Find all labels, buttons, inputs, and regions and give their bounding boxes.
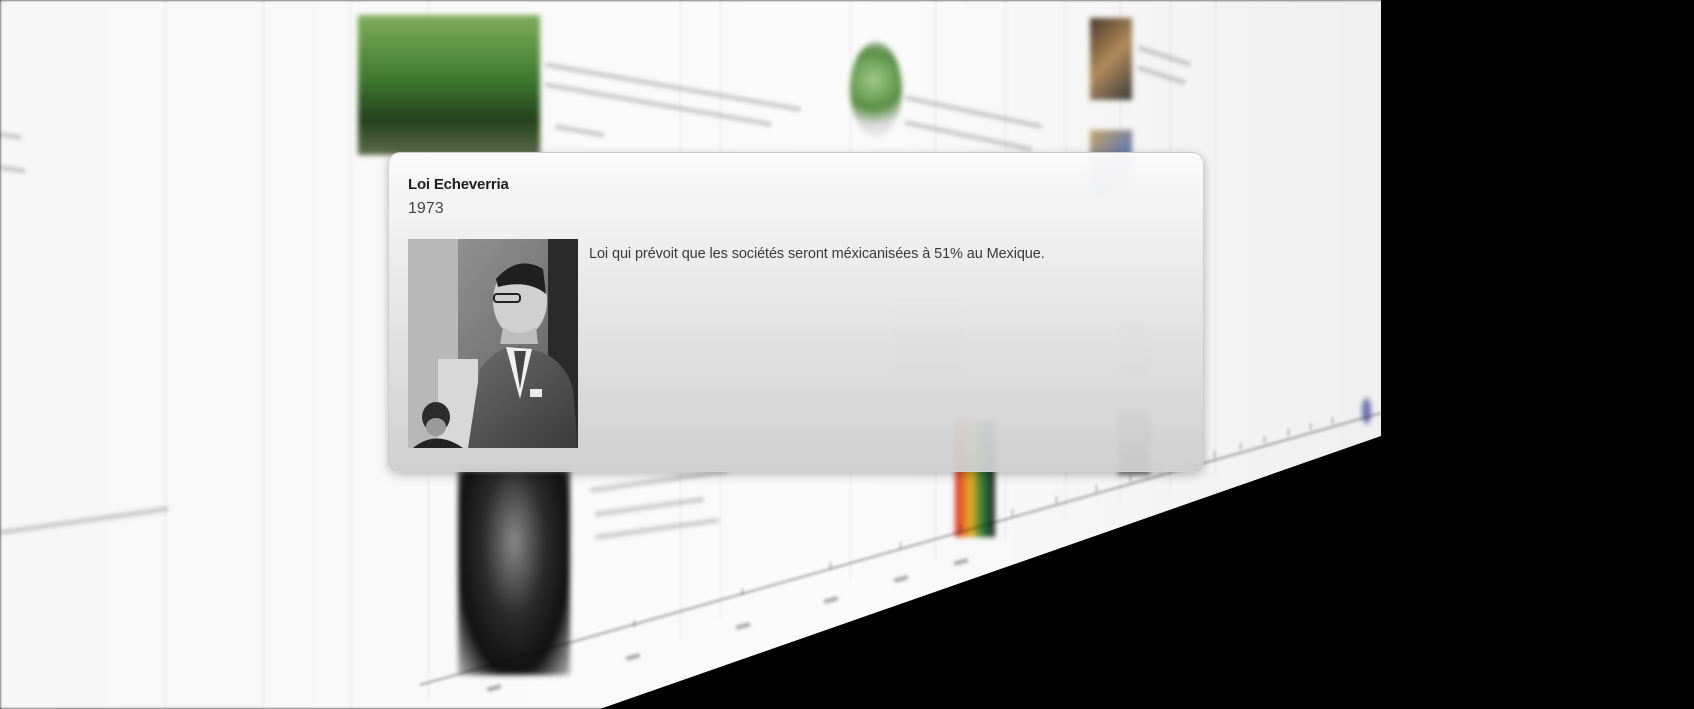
timeline-tick	[1310, 423, 1311, 430]
timeline-tick	[1130, 475, 1131, 482]
timeline-tick	[1264, 436, 1265, 443]
blurred-text	[904, 120, 1033, 152]
timeline-tick	[634, 620, 635, 627]
blurred-text	[594, 517, 720, 540]
event-description: Loi qui prévoit que les sociétés seront …	[589, 246, 1045, 262]
timeline-tick	[1332, 417, 1333, 424]
blurred-text	[544, 82, 772, 127]
timeline-tick	[900, 542, 901, 549]
portrait-illustration	[408, 239, 578, 448]
black-and-white-portrait-photo	[408, 239, 578, 448]
event-title: Loi Echeverria	[408, 176, 509, 193]
timeline-tick	[492, 662, 493, 669]
blurred-text	[0, 132, 23, 141]
timeline-gridline	[1215, 0, 1216, 475]
timeline-tick	[960, 524, 961, 531]
blurred-text	[589, 468, 729, 493]
timeline-gridline	[350, 0, 351, 709]
tick-label	[735, 622, 751, 630]
timeline-gridline	[263, 0, 264, 709]
timeline-tick	[742, 588, 743, 595]
timeline-tick	[1288, 429, 1289, 436]
tick-label	[625, 653, 641, 661]
timeline-tick	[1214, 451, 1215, 458]
blurred-text	[554, 124, 605, 138]
portrait-photo	[458, 470, 570, 675]
timeline-tick	[830, 562, 831, 569]
blurred-text	[1137, 65, 1187, 86]
tick-label	[953, 558, 969, 566]
timeline-tick	[1240, 443, 1241, 450]
event-detail-popup[interactable]: Loi Echeverria 1973 Loi qui prévoit que …	[388, 152, 1204, 472]
crowd-photo	[1090, 18, 1132, 100]
tick-label	[823, 596, 839, 604]
forest-photo	[358, 15, 540, 155]
timeline-tick	[1012, 509, 1013, 516]
tick-label	[893, 575, 909, 583]
timeline-gridline	[165, 0, 166, 709]
blurred-text	[594, 496, 705, 517]
globe-south-america-icon	[850, 42, 902, 137]
event-date: 1973	[408, 200, 444, 217]
timeline-tick	[1056, 496, 1057, 503]
tick-label	[486, 684, 502, 692]
blurred-text	[1137, 45, 1192, 67]
small-globe-icon	[1362, 398, 1371, 424]
blurred-text	[0, 506, 169, 535]
timeline-tick	[1096, 485, 1097, 492]
blurred-text	[0, 165, 27, 174]
